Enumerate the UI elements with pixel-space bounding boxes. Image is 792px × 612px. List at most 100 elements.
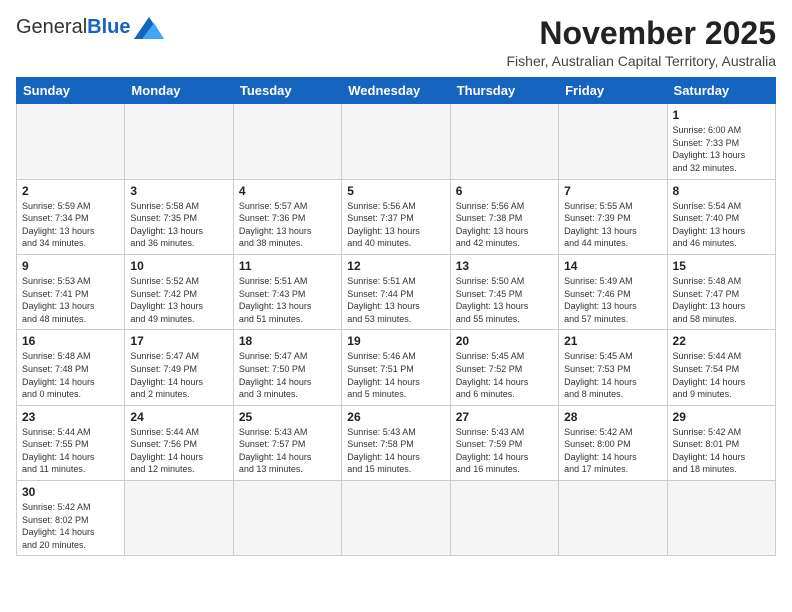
calendar-cell: 18 Sunrise: 5:47 AM Sunset: 7:50 PM Dayli…: [233, 330, 341, 405]
day-info: Sunrise: 5:47 AM Sunset: 7:49 PM Dayligh…: [130, 350, 227, 400]
day-number: 17: [130, 334, 227, 348]
day-number: 8: [673, 184, 770, 198]
calendar-cell: [125, 481, 233, 556]
day-info: Sunrise: 5:43 AM Sunset: 7:57 PM Dayligh…: [239, 426, 336, 476]
calendar-header-saturday: Saturday: [667, 78, 775, 104]
calendar-cell: [559, 481, 667, 556]
calendar-cell: 29 Sunrise: 5:42 AM Sunset: 8:01 PM Dayli…: [667, 405, 775, 480]
day-number: 6: [456, 184, 553, 198]
day-number: 29: [673, 410, 770, 424]
day-info: Sunrise: 5:48 AM Sunset: 7:48 PM Dayligh…: [22, 350, 119, 400]
calendar-cell: 14 Sunrise: 5:49 AM Sunset: 7:46 PM Dayli…: [559, 254, 667, 329]
day-info: Sunrise: 5:43 AM Sunset: 7:58 PM Dayligh…: [347, 426, 444, 476]
day-info: Sunrise: 5:52 AM Sunset: 7:42 PM Dayligh…: [130, 275, 227, 325]
day-number: 22: [673, 334, 770, 348]
calendar-cell: [233, 104, 341, 179]
day-number: 1: [673, 108, 770, 122]
day-info: Sunrise: 5:51 AM Sunset: 7:44 PM Dayligh…: [347, 275, 444, 325]
calendar-cell: [559, 104, 667, 179]
calendar-cell: 6 Sunrise: 5:56 AM Sunset: 7:38 PM Daylig…: [450, 179, 558, 254]
calendar-cell: 11Sunrise: 5:51 AM Sunset: 7:43 PM Dayli…: [233, 254, 341, 329]
day-info: Sunrise: 5:50 AM Sunset: 7:45 PM Dayligh…: [456, 275, 553, 325]
calendar-cell: 30Sunrise: 5:42 AM Sunset: 8:02 PM Dayli…: [17, 481, 125, 556]
day-info: Sunrise: 6:00 AM Sunset: 7:33 PM Dayligh…: [673, 124, 770, 174]
calendar-header-friday: Friday: [559, 78, 667, 104]
calendar-cell: 22 Sunrise: 5:44 AM Sunset: 7:54 PM Dayli…: [667, 330, 775, 405]
calendar-cell: 4 Sunrise: 5:57 AM Sunset: 7:36 PM Daylig…: [233, 179, 341, 254]
calendar-cell: 1 Sunrise: 6:00 AM Sunset: 7:33 PM Daylig…: [667, 104, 775, 179]
day-info: Sunrise: 5:45 AM Sunset: 7:52 PM Dayligh…: [456, 350, 553, 400]
calendar-cell: 8 Sunrise: 5:54 AM Sunset: 7:40 PM Daylig…: [667, 179, 775, 254]
day-info: Sunrise: 5:59 AM Sunset: 7:34 PM Dayligh…: [22, 200, 119, 250]
calendar-cell: [342, 104, 450, 179]
calendar-cell: [450, 481, 558, 556]
day-info: Sunrise: 5:44 AM Sunset: 7:56 PM Dayligh…: [130, 426, 227, 476]
calendar-cell: 2 Sunrise: 5:59 AM Sunset: 7:34 PM Daylig…: [17, 179, 125, 254]
day-number: 19: [347, 334, 444, 348]
calendar-cell: [125, 104, 233, 179]
title-area: November 2025 Fisher, Australian Capital…: [507, 16, 777, 69]
logo-blue-text: Blue: [87, 16, 130, 39]
day-info: Sunrise: 5:57 AM Sunset: 7:36 PM Dayligh…: [239, 200, 336, 250]
location: Fisher, Australian Capital Territory, Au…: [507, 53, 777, 69]
calendar-cell: 19Sunrise: 5:46 AM Sunset: 7:51 PM Dayli…: [342, 330, 450, 405]
day-info: Sunrise: 5:56 AM Sunset: 7:37 PM Dayligh…: [347, 200, 444, 250]
logo-icon: [134, 17, 164, 39]
day-info: Sunrise: 5:42 AM Sunset: 8:00 PM Dayligh…: [564, 426, 661, 476]
day-number: 23: [22, 410, 119, 424]
calendar-cell: 3Sunrise: 5:58 AM Sunset: 7:35 PM Daylig…: [125, 179, 233, 254]
calendar-cell: [450, 104, 558, 179]
day-info: Sunrise: 5:49 AM Sunset: 7:46 PM Dayligh…: [564, 275, 661, 325]
day-info: Sunrise: 5:45 AM Sunset: 7:53 PM Dayligh…: [564, 350, 661, 400]
calendar-cell: 9Sunrise: 5:53 AM Sunset: 7:41 PM Daylig…: [17, 254, 125, 329]
day-info: Sunrise: 5:44 AM Sunset: 7:55 PM Dayligh…: [22, 426, 119, 476]
day-number: 24: [130, 410, 227, 424]
day-number: 3: [130, 184, 227, 198]
calendar-cell: 15Sunrise: 5:48 AM Sunset: 7:47 PM Dayli…: [667, 254, 775, 329]
calendar-header-thursday: Thursday: [450, 78, 558, 104]
calendar-cell: 17 Sunrise: 5:47 AM Sunset: 7:49 PM Dayli…: [125, 330, 233, 405]
calendar-cell: 25Sunrise: 5:43 AM Sunset: 7:57 PM Dayli…: [233, 405, 341, 480]
logo-general-text: General: [16, 16, 87, 39]
calendar-cell: 16 Sunrise: 5:48 AM Sunset: 7:48 PM Dayli…: [17, 330, 125, 405]
day-number: 13: [456, 259, 553, 273]
day-number: 4: [239, 184, 336, 198]
calendar-table: SundayMondayTuesdayWednesdayThursdayFrid…: [16, 77, 776, 556]
day-number: 9: [22, 259, 119, 273]
day-number: 27: [456, 410, 553, 424]
day-number: 14: [564, 259, 661, 273]
day-number: 20: [456, 334, 553, 348]
calendar-week-row: 1 Sunrise: 6:00 AM Sunset: 7:33 PM Daylig…: [17, 104, 776, 179]
day-info: Sunrise: 5:47 AM Sunset: 7:50 PM Dayligh…: [239, 350, 336, 400]
logo: General Blue: [16, 16, 164, 39]
calendar-cell: 27 Sunrise: 5:43 AM Sunset: 7:59 PM Dayli…: [450, 405, 558, 480]
calendar-header-tuesday: Tuesday: [233, 78, 341, 104]
calendar-cell: 23 Sunrise: 5:44 AM Sunset: 7:55 PM Dayli…: [17, 405, 125, 480]
calendar-cell: 26Sunrise: 5:43 AM Sunset: 7:58 PM Dayli…: [342, 405, 450, 480]
calendar-header-row: SundayMondayTuesdayWednesdayThursdayFrid…: [17, 78, 776, 104]
calendar-cell: 21 Sunrise: 5:45 AM Sunset: 7:53 PM Dayli…: [559, 330, 667, 405]
day-info: Sunrise: 5:44 AM Sunset: 7:54 PM Dayligh…: [673, 350, 770, 400]
calendar-cell: [342, 481, 450, 556]
calendar-cell: 13 Sunrise: 5:50 AM Sunset: 7:45 PM Dayli…: [450, 254, 558, 329]
calendar-cell: [667, 481, 775, 556]
day-info: Sunrise: 5:43 AM Sunset: 7:59 PM Dayligh…: [456, 426, 553, 476]
calendar-cell: 20 Sunrise: 5:45 AM Sunset: 7:52 PM Dayli…: [450, 330, 558, 405]
day-number: 2: [22, 184, 119, 198]
day-number: 12: [347, 259, 444, 273]
calendar-cell: [233, 481, 341, 556]
day-info: Sunrise: 5:48 AM Sunset: 7:47 PM Dayligh…: [673, 275, 770, 325]
day-number: 10: [130, 259, 227, 273]
day-info: Sunrise: 5:54 AM Sunset: 7:40 PM Dayligh…: [673, 200, 770, 250]
day-info: Sunrise: 5:56 AM Sunset: 7:38 PM Dayligh…: [456, 200, 553, 250]
calendar-cell: [17, 104, 125, 179]
calendar-week-row: 2 Sunrise: 5:59 AM Sunset: 7:34 PM Daylig…: [17, 179, 776, 254]
day-info: Sunrise: 5:42 AM Sunset: 8:01 PM Dayligh…: [673, 426, 770, 476]
day-info: Sunrise: 5:55 AM Sunset: 7:39 PM Dayligh…: [564, 200, 661, 250]
day-info: Sunrise: 5:42 AM Sunset: 8:02 PM Dayligh…: [22, 501, 119, 551]
calendar-week-row: 30Sunrise: 5:42 AM Sunset: 8:02 PM Dayli…: [17, 481, 776, 556]
page-header: General Blue November 2025 Fisher, Austr…: [16, 16, 776, 69]
day-number: 16: [22, 334, 119, 348]
day-number: 18: [239, 334, 336, 348]
day-number: 21: [564, 334, 661, 348]
